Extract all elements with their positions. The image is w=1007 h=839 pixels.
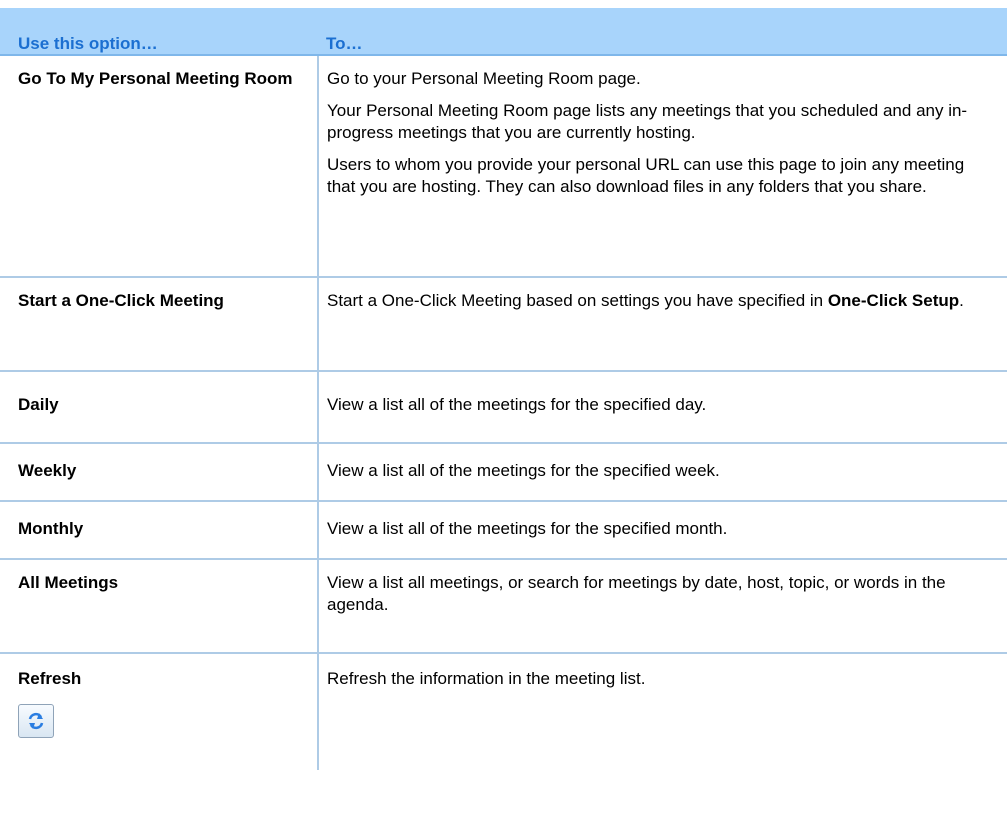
column-divider (317, 372, 319, 442)
option-description: View a list all of the meetings for the … (327, 461, 720, 480)
options-table: Use this option… To… Go To My Personal M… (0, 8, 1007, 770)
header-option: Use this option… (18, 34, 158, 53)
option-description: Refresh the information in the meeting l… (327, 669, 646, 688)
refresh-icon (28, 712, 44, 730)
description-text: Start a One-Click Meeting based on setti… (327, 291, 828, 310)
option-description: Go to your Personal Meeting Room page. Y… (327, 68, 997, 208)
table-header: Use this option… To… (0, 8, 1007, 56)
description-text: . (959, 291, 964, 310)
header-description: To… (326, 34, 363, 53)
option-description: View a list all of the meetings for the … (327, 519, 728, 538)
description-paragraph: Your Personal Meeting Room page lists an… (327, 101, 968, 142)
option-description: View a list all meetings, or search for … (327, 573, 946, 614)
option-cell: Refresh (18, 668, 298, 738)
refresh-button[interactable] (18, 704, 54, 738)
column-divider (317, 56, 319, 276)
column-divider (317, 444, 319, 500)
option-description: View a list all of the meetings for the … (327, 395, 707, 414)
table-row: Go To My Personal Meeting Room Go to you… (0, 56, 1007, 278)
option-label: Go To My Personal Meeting Room (18, 69, 293, 88)
column-divider (317, 654, 319, 770)
option-label: Weekly (18, 461, 77, 480)
table-row: Monthly View a list all of the meetings … (0, 502, 1007, 560)
column-divider (317, 560, 319, 652)
description-paragraph: Go to your Personal Meeting Room page. (327, 69, 641, 88)
table-row: Weekly View a list all of the meetings f… (0, 444, 1007, 502)
option-label: All Meetings (18, 573, 119, 592)
column-divider (317, 278, 319, 370)
table-row: Daily View a list all of the meetings fo… (0, 372, 1007, 444)
table-row: All Meetings View a list all meetings, o… (0, 560, 1007, 654)
option-label: Start a One-Click Meeting (18, 291, 224, 310)
option-label: Daily (18, 395, 59, 414)
description-paragraph: Users to whom you provide your personal … (327, 155, 965, 196)
option-label: Monthly (18, 519, 84, 538)
option-label: Refresh (18, 669, 82, 688)
table-row: Refresh Refresh the information in the m… (0, 654, 1007, 770)
table-row: Start a One-Click Meeting Start a One-Cl… (0, 278, 1007, 372)
option-description: Start a One-Click Meeting based on setti… (327, 290, 997, 312)
column-divider (317, 502, 319, 558)
one-click-setup-link: One-Click Setup (827, 291, 960, 310)
